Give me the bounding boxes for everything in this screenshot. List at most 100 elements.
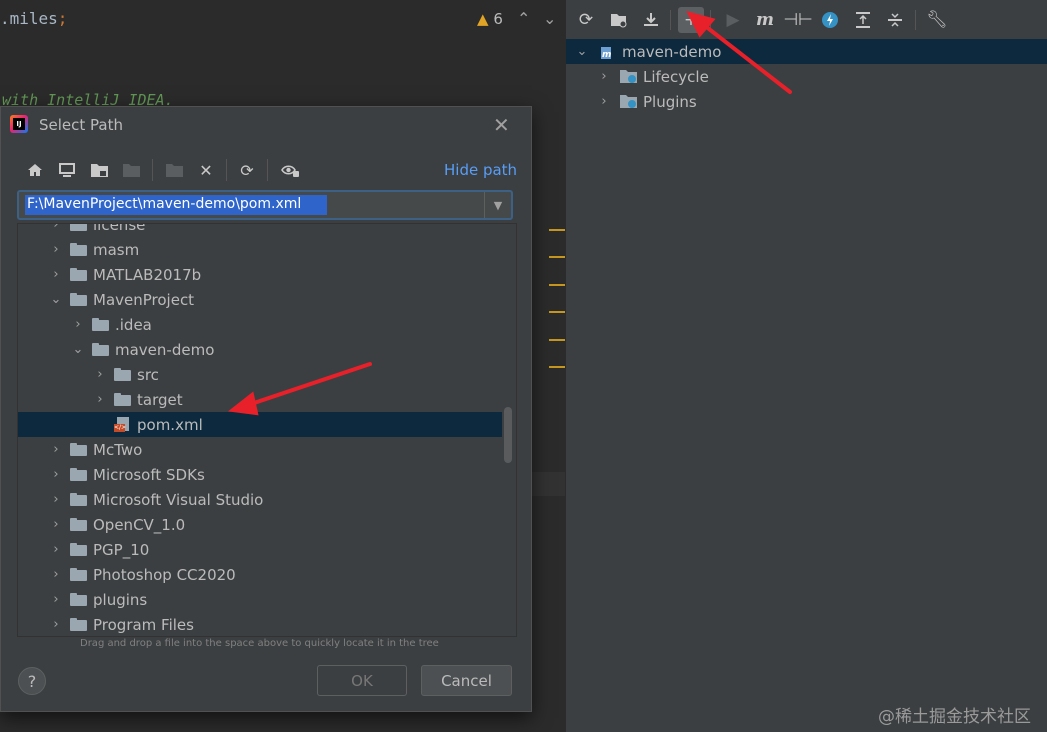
reload-icon[interactable]: ⟳ — [573, 7, 599, 33]
tree-row[interactable]: › target — [18, 387, 502, 412]
collapse-icon[interactable] — [850, 7, 876, 33]
tree-row-label: pom.xml — [137, 415, 203, 434]
folder-icon — [114, 368, 131, 381]
folder-icon — [70, 618, 87, 631]
chevron-right-icon[interactable]: › — [48, 224, 64, 232]
intellij-logo-icon: IJ — [10, 115, 28, 133]
previous-highlight-icon[interactable]: ⌃ — [517, 9, 530, 28]
tree-row[interactable]: ⌄ maven-demo — [18, 337, 502, 362]
tree-row[interactable]: </> pom.xml — [18, 412, 502, 437]
folder-icon — [70, 543, 87, 556]
tree-row[interactable]: › license — [18, 224, 502, 237]
tree-row[interactable]: › Microsoft SDKs — [18, 462, 502, 487]
chevron-right-icon[interactable]: › — [48, 617, 64, 632]
maven-project-node[interactable]: ⌄ m maven-demo — [566, 39, 1047, 64]
tree-row[interactable]: › masm — [18, 237, 502, 262]
tree-row[interactable]: › McTwo — [18, 437, 502, 462]
folder-icon — [70, 224, 87, 231]
scrollbar-mark — [549, 284, 565, 286]
folder-icon — [70, 468, 87, 481]
delete-icon[interactable]: ✕ — [195, 159, 217, 181]
chevron-right-icon[interactable]: › — [48, 542, 64, 557]
home-icon[interactable] — [24, 159, 46, 181]
maven-project-icon: m — [600, 44, 616, 60]
add-project-icon[interactable] — [606, 7, 632, 33]
next-highlight-icon[interactable]: ⌄ — [543, 9, 556, 28]
tree-row[interactable]: › plugins — [18, 587, 502, 612]
tree-scrollbar[interactable] — [504, 407, 512, 463]
select-path-dialog: IJ Select Path ✕ ✕ ⟳ Hide path F:\MavenP — [0, 106, 532, 712]
settings-wrench-icon[interactable]: 🔧︎ — [924, 7, 950, 33]
folder-icon — [70, 268, 87, 281]
folder-icon — [70, 518, 87, 531]
tree-row-label: .idea — [115, 315, 152, 334]
maven-project-label: maven-demo — [622, 42, 722, 61]
skip-tests-icon[interactable]: ⊣⊢ — [783, 7, 813, 33]
path-combobox[interactable]: F:\MavenProject\maven-demo\pom.xml ▼ — [17, 190, 513, 220]
tree-row[interactable]: › src — [18, 362, 502, 387]
chevron-right-icon[interactable]: › — [596, 94, 612, 109]
tree-row[interactable]: ⌄ MavenProject — [18, 287, 502, 312]
desktop-icon[interactable] — [56, 159, 78, 181]
tree-row[interactable]: › Microsoft Visual Studio — [18, 487, 502, 512]
scrollbar-mark — [549, 311, 565, 313]
chevron-right-icon[interactable]: › — [48, 267, 64, 282]
chevron-right-icon[interactable]: › — [48, 592, 64, 607]
chevron-right-icon[interactable]: › — [70, 317, 86, 332]
tree-row[interactable]: › .idea — [18, 312, 502, 337]
tree-row-label: OpenCV_1.0 — [93, 515, 186, 534]
ok-button[interactable]: OK — [317, 665, 407, 696]
project-folder-icon[interactable] — [88, 159, 110, 181]
tree-row[interactable]: › Photoshop CC2020 — [18, 562, 502, 587]
file-tree[interactable]: › license › masm › MATLAB2017b ⌄ MavenProject ›.… — [17, 223, 517, 637]
maven-tool-window: ⟳ + ▶ m ⊣⊢ 🔧︎ ⌄ m maven-demo › Lifecycle… — [565, 0, 1047, 732]
tree-row[interactable]: › MATLAB2017b — [18, 262, 502, 287]
warning-count: 6 — [493, 10, 503, 28]
new-folder-icon[interactable] — [163, 159, 185, 181]
help-button[interactable]: ? — [18, 667, 46, 695]
path-input[interactable]: F:\MavenProject\maven-demo\pom.xml — [27, 196, 301, 212]
tree-row[interactable]: › PGP_10 — [18, 537, 502, 562]
module-folder-icon[interactable] — [120, 159, 142, 181]
dialog-title-bar[interactable]: IJ Select Path ✕ — [1, 107, 531, 143]
show-hidden-icon[interactable] — [279, 159, 301, 181]
maven-plugins-node[interactable]: › Plugins — [566, 89, 1047, 114]
run-icon[interactable]: ▶ — [720, 7, 746, 33]
chevron-right-icon[interactable]: › — [92, 367, 108, 382]
code-line: .miles; — [0, 9, 68, 28]
chevron-right-icon[interactable]: › — [48, 567, 64, 582]
folder-icon — [70, 568, 87, 581]
chevron-right-icon[interactable]: › — [92, 392, 108, 407]
cancel-button[interactable]: Cancel — [421, 665, 512, 696]
chevron-right-icon[interactable]: › — [48, 442, 64, 457]
folder-icon — [70, 293, 87, 306]
toggle-offline-icon[interactable]: + — [678, 7, 704, 33]
lightning-icon[interactable] — [817, 7, 843, 33]
chevron-down-icon[interactable]: ⌄ — [70, 342, 86, 357]
refresh-icon[interactable]: ⟳ — [236, 159, 258, 181]
tree-row-label: MavenProject — [93, 290, 195, 309]
warning-indicator[interactable]: ▲ 6 — [477, 10, 503, 28]
chevron-right-icon[interactable]: › — [48, 517, 64, 532]
chevron-down-icon[interactable]: ⌄ — [574, 44, 590, 59]
folder-icon — [114, 393, 131, 406]
execute-goal-icon[interactable]: m — [752, 7, 778, 33]
tree-row[interactable]: › OpenCV_1.0 — [18, 512, 502, 537]
scrollbar-mark — [549, 339, 565, 341]
chevron-down-icon[interactable]: ⌄ — [48, 292, 64, 307]
chevron-right-icon[interactable]: › — [48, 242, 64, 257]
chevron-down-icon[interactable]: ▼ — [484, 192, 511, 218]
download-icon[interactable] — [638, 7, 664, 33]
tree-row[interactable]: › Program Files — [18, 612, 502, 636]
expand-icon[interactable] — [882, 7, 908, 33]
folder-icon — [70, 243, 87, 256]
tree-row-label: src — [137, 365, 159, 384]
tree-row-label: maven-demo — [115, 340, 215, 359]
chevron-right-icon[interactable]: › — [596, 69, 612, 84]
maven-lifecycle-node[interactable]: › Lifecycle — [566, 64, 1047, 89]
tree-row-label: Photoshop CC2020 — [93, 565, 236, 584]
close-icon[interactable]: ✕ — [493, 113, 510, 137]
chevron-right-icon[interactable]: › — [48, 492, 64, 507]
hide-path-link[interactable]: Hide path — [444, 161, 517, 179]
chevron-right-icon[interactable]: › — [48, 467, 64, 482]
